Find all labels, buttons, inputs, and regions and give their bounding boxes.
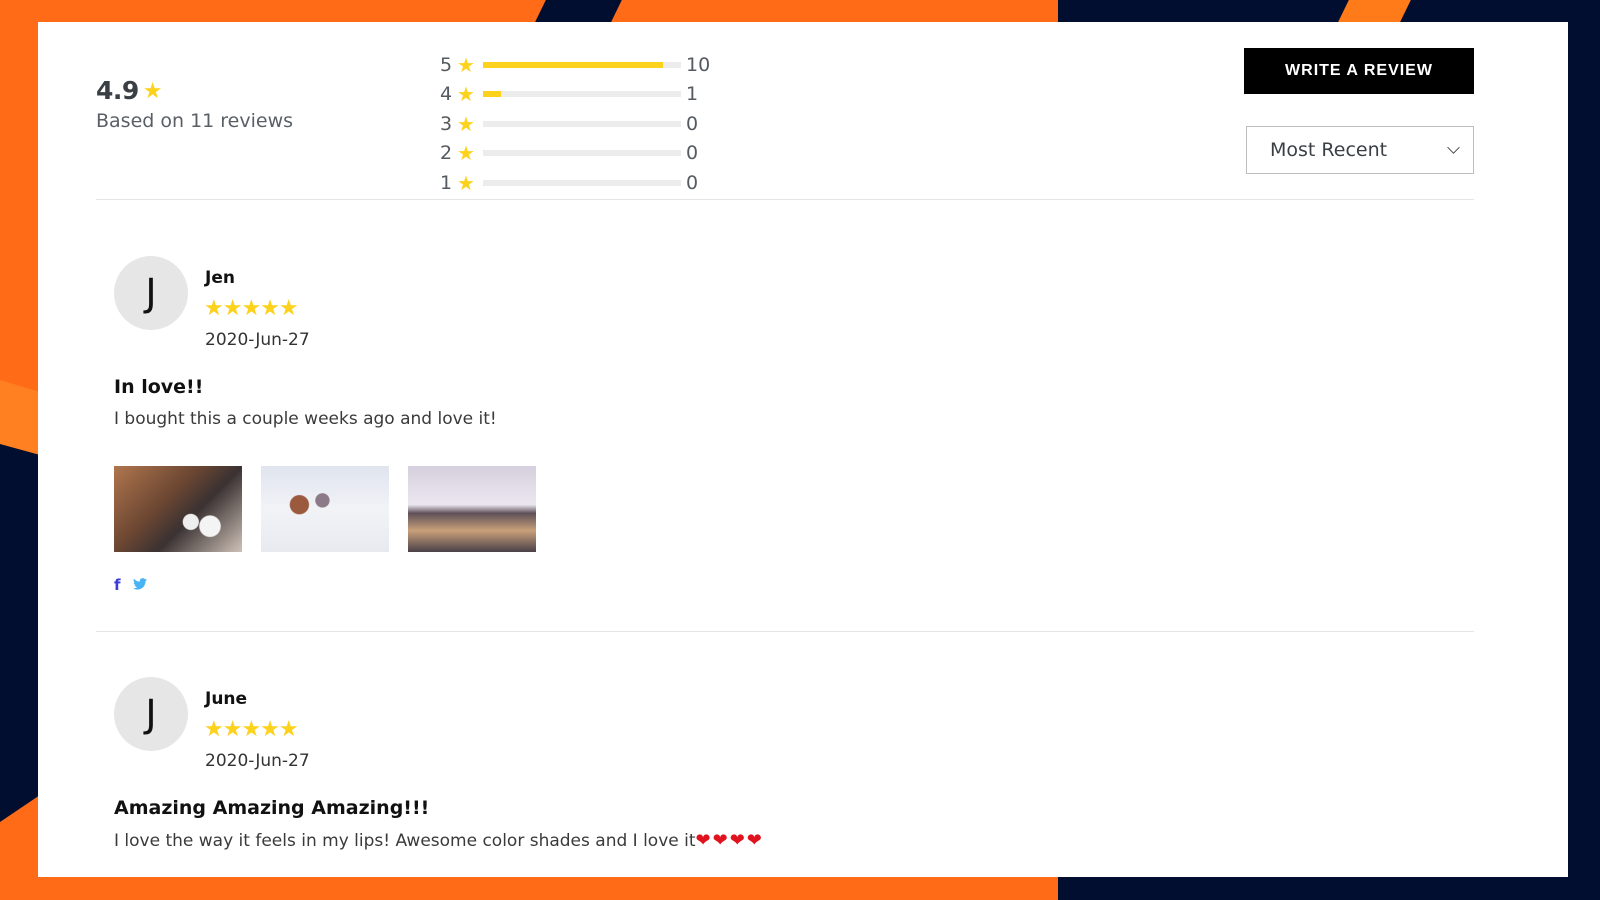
- review-date: 2020-Jun-27: [205, 330, 310, 350]
- bg-stripe: [534, 0, 622, 24]
- review-title: In love!!: [114, 376, 204, 398]
- sort-selected-value: Most Recent: [1270, 139, 1388, 161]
- average-rating-value: 4.9: [96, 76, 139, 105]
- star-icon: ★: [457, 52, 475, 77]
- rating-breakdown: 5 ★ 10 4 ★ 1 3 ★ 0 2 ★ 0 1 ★ 0: [440, 50, 710, 198]
- rating-count: 0: [686, 142, 699, 165]
- divider: [96, 199, 1474, 200]
- review-stars-icon: ★★★★★: [204, 717, 299, 742]
- rating-count: 0: [686, 112, 699, 135]
- chevron-down-icon: [1447, 140, 1460, 154]
- review-photos: [114, 466, 536, 552]
- sort-dropdown[interactable]: Most Recent: [1246, 126, 1474, 174]
- review-body: I love the way it feels in my lips! Awes…: [114, 830, 764, 851]
- twitter-icon[interactable]: [132, 575, 147, 594]
- write-review-button[interactable]: WRITE A REVIEW: [1244, 48, 1474, 94]
- rating-bar: [483, 150, 681, 157]
- rating-breakdown-row[interactable]: 1 ★ 0: [440, 168, 710, 198]
- review-stars-icon: ★★★★★: [204, 296, 299, 321]
- rating-level: 5: [440, 53, 453, 76]
- heart-icons: ❤❤❤❤: [695, 830, 764, 851]
- rating-level: 3: [440, 112, 453, 135]
- review-photo-thumbnail[interactable]: [261, 466, 389, 552]
- rating-count: 10: [686, 53, 711, 76]
- bg-stripe: [1337, 0, 1411, 24]
- share-links: f: [114, 575, 147, 594]
- rating-breakdown-row[interactable]: 3 ★ 0: [440, 109, 710, 139]
- rating-level: 4: [440, 83, 453, 106]
- rating-breakdown-row[interactable]: 2 ★ 0: [440, 139, 710, 169]
- rating-bar: [483, 61, 681, 68]
- avatar: J: [114, 677, 188, 751]
- star-icon: ★: [457, 82, 475, 107]
- star-icon: ★: [457, 141, 475, 166]
- star-icon: ★: [457, 170, 475, 195]
- rating-bar-fill: [483, 61, 663, 68]
- review-item: J June ★★★★★ 2020-Jun-27 Amazing Amazing…: [114, 677, 1454, 877]
- rating-bar: [483, 179, 681, 186]
- rating-level: 2: [440, 142, 453, 165]
- rating-count: 1: [686, 83, 699, 106]
- rating-count: 0: [686, 171, 699, 194]
- review-count-text: Based on 11 reviews: [96, 110, 294, 132]
- review-photo-thumbnail[interactable]: [408, 466, 536, 552]
- reviews-widget: 4.9 ★ Based on 11 reviews 5 ★ 10 4 ★ 1 3…: [38, 22, 1568, 877]
- star-icon: ★: [457, 111, 475, 136]
- average-rating: 4.9 ★: [96, 76, 163, 105]
- review-photo-thumbnail[interactable]: [114, 466, 242, 552]
- rating-bar-fill: [483, 91, 502, 98]
- review-date: 2020-Jun-27: [205, 751, 310, 771]
- rating-bar: [483, 120, 681, 127]
- rating-breakdown-row[interactable]: 5 ★ 10: [440, 50, 710, 80]
- rating-level: 1: [440, 171, 453, 194]
- facebook-icon[interactable]: f: [114, 576, 121, 594]
- reviewer-name: Jen: [205, 268, 235, 288]
- star-icon: ★: [142, 78, 163, 104]
- review-body: I bought this a couple weeks ago and lov…: [114, 409, 497, 429]
- review-body-text: I love the way it feels in my lips! Awes…: [114, 831, 696, 851]
- divider: [96, 631, 1474, 632]
- review-title: Amazing Amazing Amazing!!!: [114, 797, 430, 819]
- rating-breakdown-row[interactable]: 4 ★ 1: [440, 80, 710, 110]
- avatar: J: [114, 256, 188, 330]
- review-item: J Jen ★★★★★ 2020-Jun-27 In love!! I boug…: [114, 256, 1454, 616]
- reviewer-name: June: [205, 689, 248, 709]
- rating-bar: [483, 91, 681, 98]
